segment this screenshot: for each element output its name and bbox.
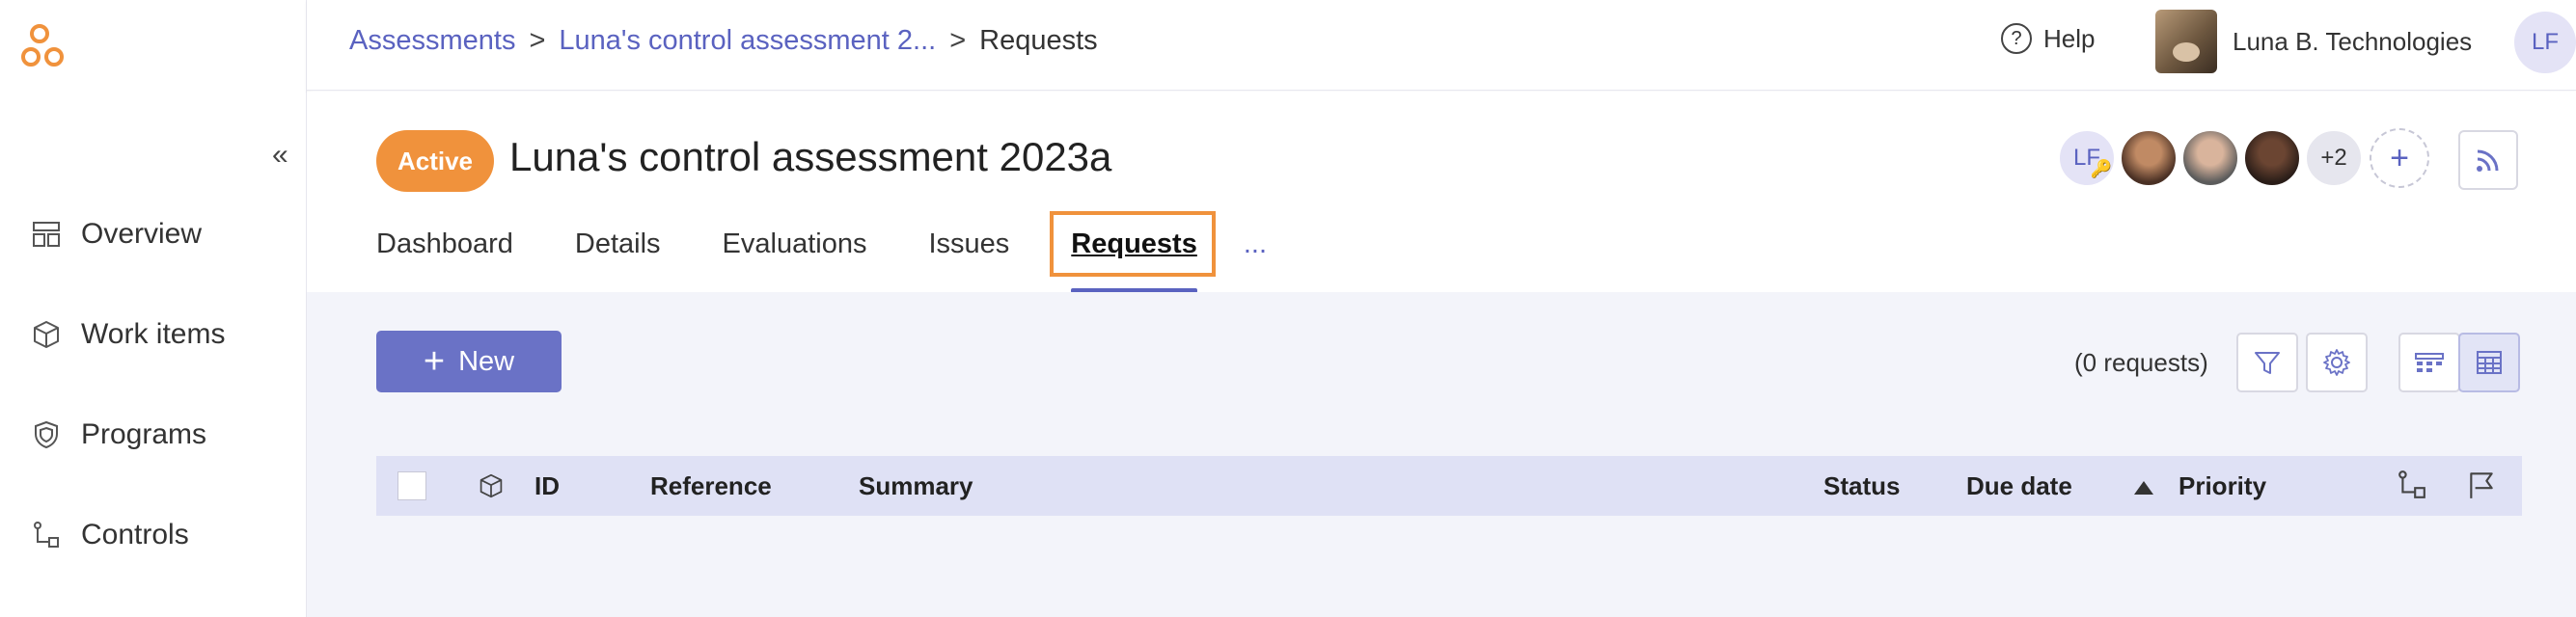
overview-icon bbox=[29, 217, 64, 252]
breadcrumb-separator: > bbox=[529, 25, 546, 56]
cube-icon bbox=[29, 317, 64, 352]
new-request-button[interactable]: + New bbox=[376, 331, 562, 392]
column-summary[interactable]: Summary bbox=[859, 471, 973, 501]
sort-ascending-icon[interactable] bbox=[2134, 481, 2153, 495]
member-avatar[interactable] bbox=[2180, 128, 2240, 188]
breadcrumb: Assessments > Luna's control assessment … bbox=[349, 25, 1098, 57]
column-priority[interactable]: Priority bbox=[2179, 471, 2266, 501]
gear-icon bbox=[2323, 349, 2350, 376]
plus-icon: + bbox=[423, 340, 446, 382]
help-label: Help bbox=[2043, 23, 2096, 53]
column-status[interactable]: Status bbox=[1823, 471, 1900, 501]
sidebar-item-label: Controls bbox=[81, 519, 189, 550]
sidebar-item-work-items[interactable]: Work items bbox=[29, 310, 225, 359]
table-view-icon bbox=[2477, 351, 2502, 374]
org-switcher[interactable]: Luna B. Technologies bbox=[2155, 10, 2472, 73]
status-badge: Active bbox=[376, 130, 494, 192]
tab-details[interactable]: Details bbox=[575, 211, 661, 260]
question-icon: ? bbox=[2001, 23, 2032, 54]
sidebar-item-programs[interactable]: Programs bbox=[29, 411, 206, 459]
filter-icon bbox=[2255, 352, 2280, 374]
requests-panel: + New (0 requests) ID Reference Summary … bbox=[307, 292, 2576, 617]
board-view-icon bbox=[2415, 353, 2444, 372]
filter-button[interactable] bbox=[2236, 333, 2298, 392]
controls-icon[interactable] bbox=[2397, 469, 2427, 500]
breadcrumb-separator: > bbox=[949, 25, 967, 56]
member-avatar[interactable] bbox=[2242, 128, 2302, 188]
member-avatars: LF 🔑 +2 + bbox=[2057, 128, 2429, 188]
breadcrumb-current: Requests bbox=[979, 25, 1098, 56]
sidebar-item-overview[interactable]: Overview bbox=[29, 210, 202, 258]
key-icon: 🔑 bbox=[2090, 159, 2112, 178]
sidebar-item-controls[interactable]: Controls bbox=[29, 511, 189, 559]
tab-bar: Dashboard Details Evaluations Issues Req… bbox=[376, 211, 1267, 293]
sidebar-item-label: Overview bbox=[81, 218, 203, 250]
tab-requests[interactable]: Requests bbox=[1050, 211, 1217, 293]
request-count: (0 requests) bbox=[2074, 348, 2208, 377]
owner-avatar[interactable]: LF 🔑 bbox=[2057, 128, 2117, 188]
page-title: Luna's control assessment 2023a bbox=[509, 134, 1112, 179]
user-avatar[interactable]: LF bbox=[2514, 12, 2576, 73]
breadcrumb-assessments-link[interactable]: Assessments bbox=[349, 25, 515, 57]
sidebar-item-label: Work items bbox=[81, 318, 226, 350]
feed-button[interactable] bbox=[2458, 130, 2518, 190]
select-all-checkbox[interactable] bbox=[397, 471, 426, 500]
shield-icon bbox=[29, 417, 64, 452]
tab-issues[interactable]: Issues bbox=[928, 211, 1009, 260]
breadcrumb-assessment-link[interactable]: Luna's control assessment 2... bbox=[559, 25, 936, 57]
org-avatar bbox=[2155, 10, 2217, 73]
column-due-date[interactable]: Due date bbox=[1966, 471, 2072, 501]
add-member-button[interactable]: + bbox=[2370, 128, 2429, 188]
new-button-label: New bbox=[458, 345, 515, 377]
bookmark-flag-icon[interactable] bbox=[2466, 469, 2497, 500]
board-view-button[interactable] bbox=[2398, 333, 2460, 392]
tab-evaluations[interactable]: Evaluations bbox=[723, 211, 867, 260]
column-id[interactable]: ID bbox=[534, 471, 560, 501]
tab-highlight bbox=[1050, 211, 1217, 277]
table-view-button[interactable] bbox=[2458, 333, 2520, 392]
app-logo-icon[interactable] bbox=[19, 21, 71, 71]
cube-icon bbox=[480, 473, 503, 498]
table-header: ID Reference Summary Status Due date Pri… bbox=[376, 456, 2522, 516]
assessment-header: Active Luna's control assessment 2023a L… bbox=[307, 92, 2576, 293]
rss-icon bbox=[2477, 149, 2499, 172]
org-name: Luna B. Technologies bbox=[2233, 26, 2473, 56]
more-members-button[interactable]: +2 bbox=[2304, 128, 2364, 188]
settings-button[interactable] bbox=[2306, 333, 2368, 392]
collapse-sidebar-icon[interactable]: « bbox=[272, 141, 288, 170]
member-avatar[interactable] bbox=[2119, 128, 2179, 188]
column-reference[interactable]: Reference bbox=[650, 471, 772, 501]
controls-icon bbox=[29, 518, 64, 552]
help-button[interactable]: ? Help bbox=[2001, 23, 2095, 54]
tab-dashboard[interactable]: Dashboard bbox=[376, 211, 513, 260]
sidebar-item-label: Programs bbox=[81, 418, 207, 450]
more-tabs-button[interactable]: ... bbox=[1244, 211, 1267, 260]
sidebar: « Overview Work items Programs Controls bbox=[0, 0, 307, 617]
top-bar: Assessments > Luna's control assessment … bbox=[307, 0, 2576, 91]
